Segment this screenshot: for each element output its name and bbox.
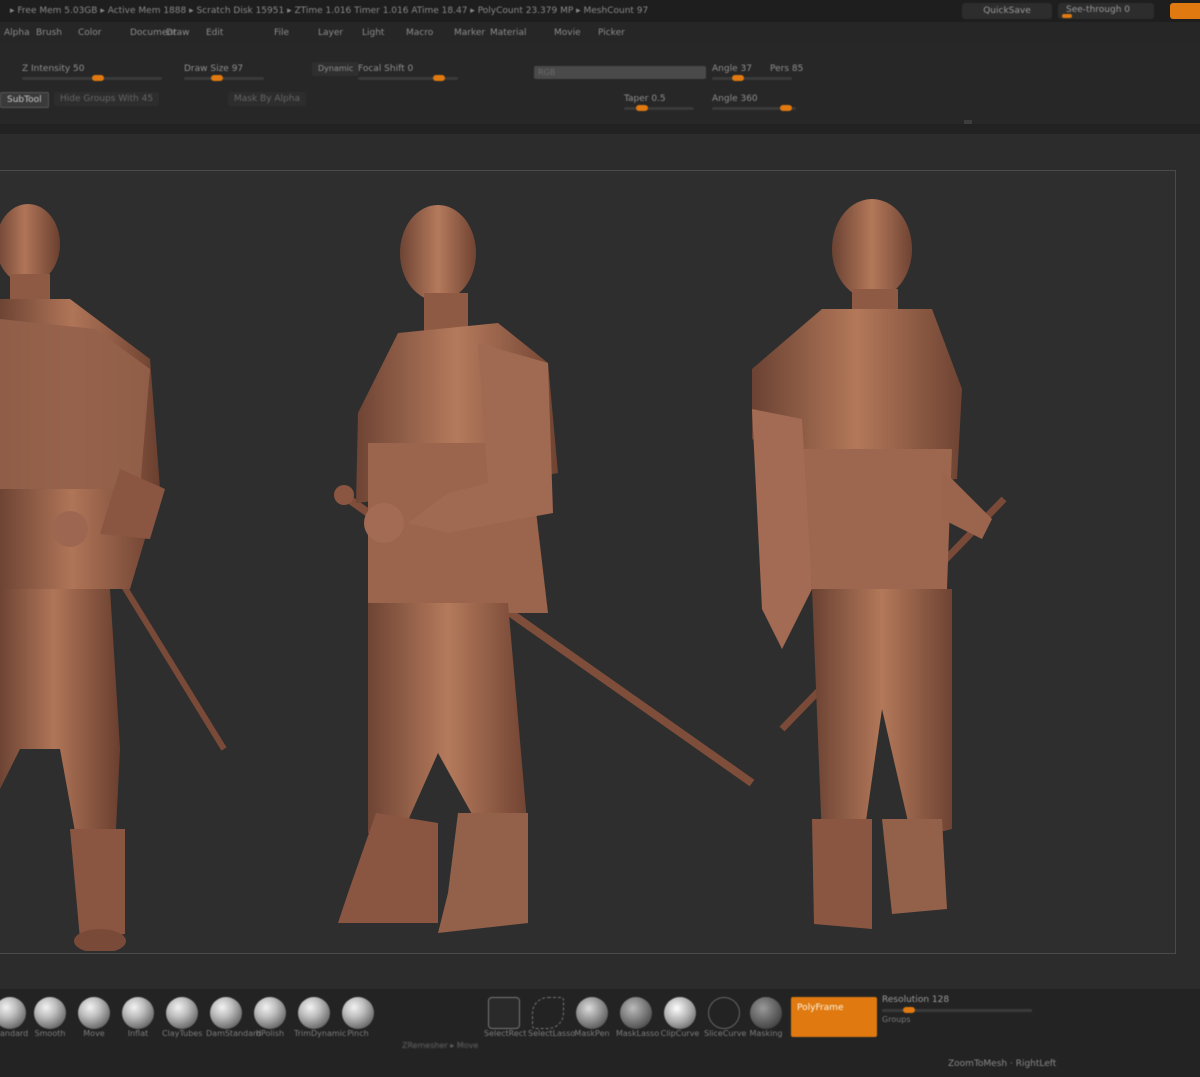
canvas[interactable] (0, 170, 1176, 954)
draw-size-track[interactable] (184, 77, 264, 80)
mask-lasso-icon[interactable] (620, 997, 652, 1029)
menu-item[interactable]: File (274, 22, 289, 44)
groups-label: Groups (882, 1015, 911, 1024)
mask-by-alpha-button[interactable]: Mask By Alpha (228, 92, 306, 106)
status-text: ZoomToMesh · RightLeft (948, 1059, 1057, 1069)
brush-damstandard-icon[interactable] (210, 997, 242, 1029)
dynamic-button[interactable]: Dynamic (312, 62, 360, 76)
title-bar: ▸ Free Mem 5.03GB ▸ Active Mem 1888 ▸ Sc… (0, 0, 1200, 22)
tool-label: SelectLasso (528, 1029, 576, 1038)
brush-trimdynamic-icon[interactable] (298, 997, 330, 1029)
draw-size-slider[interactable]: Draw Size 97 (184, 64, 264, 81)
angle-label: Angle 37 (712, 64, 752, 74)
brush-label: ClayTubes (162, 1029, 203, 1038)
angle2-label: Angle 360 (712, 94, 758, 104)
brush-label: DamStandard (206, 1029, 262, 1038)
focal-shift-knob[interactable] (432, 75, 445, 81)
select-lasso-icon[interactable] (532, 997, 564, 1029)
character-front-svg (0, 204, 227, 951)
z-intensity-label: Z Intensity 50 (22, 64, 85, 74)
character-side-svg (334, 205, 755, 933)
brush-inflat-icon[interactable] (122, 997, 154, 1029)
clip-curve-icon[interactable] (664, 997, 696, 1029)
taper-label: Taper 0.5 (624, 94, 666, 104)
menu-item[interactable]: Movie (554, 22, 581, 44)
menu-item[interactable]: Material (490, 22, 527, 44)
brush-label: Move (83, 1029, 105, 1038)
menu-item[interactable]: Draw (166, 22, 190, 44)
slice-curve-icon[interactable] (708, 997, 740, 1029)
see-through-slider[interactable]: See-through 0 (1058, 3, 1154, 19)
taper-track[interactable] (624, 107, 694, 110)
see-through-knob[interactable] (1062, 14, 1072, 18)
tool-label: SelectRect (484, 1029, 527, 1038)
brush-standard-icon[interactable] (0, 997, 26, 1029)
pers-label: Pers 85 (770, 64, 804, 74)
taper-knob[interactable] (635, 105, 648, 111)
quicksave-button[interactable]: QuickSave (962, 3, 1052, 19)
brush-label: Standard (0, 1029, 29, 1038)
tool-label: SliceCurve (704, 1029, 747, 1038)
menus-toggle-button[interactable] (1170, 3, 1200, 19)
see-through-label: See-through 0 (1066, 5, 1130, 15)
angle-slider[interactable]: Angle 37 (712, 64, 792, 81)
resolution-slider[interactable]: Resolution 128 Groups (882, 995, 1032, 1024)
hide-groups-button[interactable]: Hide Groups With 45 (54, 92, 160, 106)
tool-label: Masking (749, 1029, 783, 1038)
brush-label: hPolish (255, 1029, 285, 1038)
top-shelf: Z Intensity 50 Draw Size 97 Dynamic Foca… (0, 44, 1200, 128)
menu-item[interactable]: Brush (36, 22, 62, 44)
menu-item[interactable]: Layer (318, 22, 343, 44)
resolution-knob[interactable] (902, 1007, 915, 1013)
tool-label: ClipCurve (660, 1029, 700, 1038)
z-intensity-slider[interactable]: Z Intensity 50 (22, 64, 162, 81)
angle-knob[interactable] (732, 75, 745, 81)
memory-info: ▸ Free Mem 5.03GB ▸ Active Mem 1888 ▸ Sc… (10, 6, 649, 16)
brush-pinch-icon[interactable] (342, 997, 374, 1029)
secondary-status: ZRemesher ▸ Move (402, 1041, 479, 1050)
angle2-slider[interactable]: Angle 360 (712, 94, 796, 111)
brush-move-icon[interactable] (78, 997, 110, 1029)
brush-label: TrimDynamic (294, 1029, 347, 1038)
draw-size-label: Draw Size 97 (184, 64, 244, 74)
character-side-view[interactable] (328, 193, 756, 933)
brush-claytubes-icon[interactable] (166, 997, 198, 1029)
angle2-knob[interactable] (780, 105, 793, 111)
menu-item[interactable]: Picker (598, 22, 625, 44)
brush-hpolish-icon[interactable] (254, 997, 286, 1029)
perspective-value[interactable]: Pers 85 (770, 64, 803, 74)
menu-item[interactable]: Marker (454, 22, 485, 44)
subtool-button[interactable]: SubTool (0, 92, 49, 108)
document-viewport[interactable] (0, 134, 1200, 989)
resolution-label: Resolution 128 (882, 995, 950, 1005)
tool-label: MaskLasso (616, 1029, 660, 1038)
menu-bar: Alpha Brush Color Document Draw Edit Fil… (0, 22, 1200, 44)
taper-slider[interactable]: Taper 0.5 (624, 94, 694, 111)
brush-label: Pinch (347, 1029, 369, 1038)
character-three-quarter-svg (752, 199, 1007, 929)
focal-shift-label: Focal Shift 0 (358, 64, 414, 74)
focal-shift-slider[interactable]: Focal Shift 0 (358, 64, 458, 81)
polyframe-button[interactable]: PolyFrame (791, 997, 877, 1037)
select-rect-icon[interactable] (488, 997, 520, 1029)
angle-track[interactable] (712, 77, 792, 80)
z-intensity-knob[interactable] (92, 75, 105, 81)
mask-pen-icon[interactable] (576, 997, 608, 1029)
character-front-view[interactable] (0, 189, 240, 951)
masking-icon[interactable] (750, 997, 782, 1029)
menu-item[interactable]: Macro (406, 22, 433, 44)
menu-item[interactable]: Color (78, 22, 102, 44)
bottom-shelf: Standard Smooth Move Inflat ClayTubes Da… (0, 989, 1200, 1077)
menu-item[interactable]: Edit (206, 22, 223, 44)
shelf-divider (0, 124, 1200, 134)
brush-smooth-icon[interactable] (34, 997, 66, 1029)
brush-label: Smooth (34, 1029, 66, 1038)
menu-item[interactable]: Light (362, 22, 384, 44)
brush-label: Inflat (127, 1029, 149, 1038)
tool-label: MaskPen (574, 1029, 610, 1038)
menu-item[interactable]: Alpha (4, 22, 30, 44)
draw-size-knob[interactable] (211, 75, 224, 81)
character-three-quarter-view[interactable] (742, 189, 1012, 937)
rgb-color-bar[interactable]: RGB (534, 66, 706, 79)
